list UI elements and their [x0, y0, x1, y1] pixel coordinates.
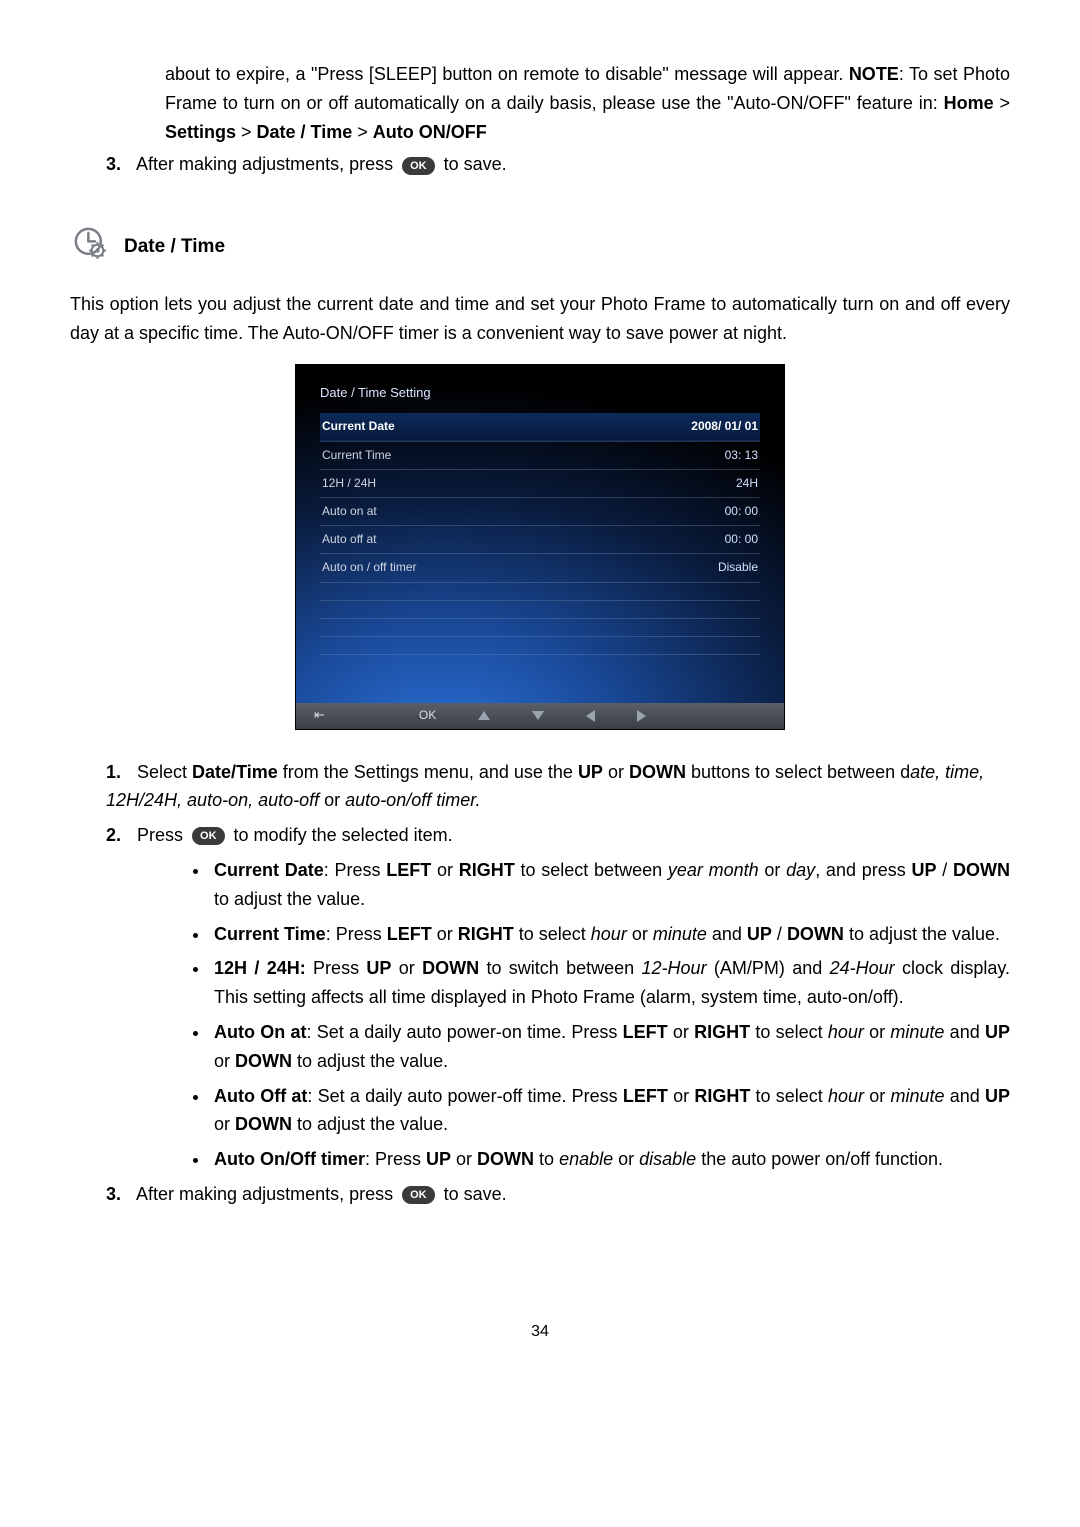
left-arrow-icon[interactable] [586, 710, 595, 722]
intro-paragraph: about to expire, a "Press [SLEEP] button… [165, 60, 1010, 146]
page-content: about to expire, a "Press [SLEEP] button… [70, 60, 1010, 1344]
top-step-list: 3. After making adjustments, press OK to… [70, 150, 1010, 179]
nav-ok-label[interactable]: OK [419, 706, 436, 725]
blank-row [320, 600, 760, 618]
step-3: 3. After making adjustments, press OK to… [106, 1180, 1010, 1209]
step3-post: to save. [444, 154, 507, 174]
bullet-auto-timer: Auto On/Off timer: Press UP or DOWN to e… [210, 1145, 1010, 1174]
step-number: 3. [106, 150, 132, 179]
top-step-3: 3. After making adjustments, press OK to… [106, 150, 1010, 179]
bullet-list: Current Date: Press LEFT or RIGHT to sel… [210, 856, 1010, 1174]
bullet-current-date: Current Date: Press LEFT or RIGHT to sel… [210, 856, 1010, 914]
bullet-auto-off: Auto Off at: Set a daily auto power-off … [210, 1082, 1010, 1140]
row-label: Current Time [320, 441, 576, 469]
path-home: Home [944, 93, 994, 113]
row-current-date[interactable]: Current Date 2008/ 01/ 01 [320, 413, 760, 441]
step-number: 1. [106, 758, 132, 787]
row-value: 2008/ 01/ 01 [576, 413, 760, 441]
note-label: NOTE [849, 64, 899, 84]
section-header: Date / Time [70, 223, 1010, 272]
intro-text-a: about to expire, a "Press [SLEEP] button… [165, 64, 849, 84]
ok-button-icon: OK [402, 1186, 435, 1204]
bullet-auto-on: Auto On at: Set a daily auto power-on ti… [210, 1018, 1010, 1076]
blank-row [320, 636, 760, 654]
screenshot-main: Date / Time Setting Current Date 2008/ 0… [296, 365, 784, 703]
step-1: 1. Select Date/Time from the Settings me… [106, 758, 1010, 816]
section-description: This option lets you adjust the current … [70, 290, 1010, 348]
right-arrow-icon[interactable] [637, 710, 646, 722]
row-label: Auto on at [320, 497, 576, 525]
step3-pre: After making adjustments, press [136, 154, 398, 174]
up-arrow-icon[interactable] [478, 711, 490, 720]
blank-row [320, 582, 760, 600]
settings-table: Current Date 2008/ 01/ 01 Current Time 0… [320, 413, 760, 654]
row-auto-timer[interactable]: Auto on / off timer Disable [320, 554, 760, 582]
ok-button-icon: OK [402, 157, 435, 175]
down-arrow-icon[interactable] [532, 711, 544, 720]
blank-row [320, 618, 760, 636]
section-title: Date / Time [124, 232, 225, 262]
row-value: 00: 00 [576, 526, 760, 554]
step-number: 2. [106, 821, 132, 850]
row-label: Auto on / off timer [320, 554, 576, 582]
row-auto-on[interactable]: Auto on at 00: 00 [320, 497, 760, 525]
step-number: 3. [106, 1180, 132, 1209]
row-current-time[interactable]: Current Time 03: 13 [320, 441, 760, 469]
page-number: 34 [70, 1319, 1010, 1345]
bullet-current-time: Current Time: Press LEFT or RIGHT to sel… [210, 920, 1010, 949]
row-value: Disable [576, 554, 760, 582]
screenshot-wrapper: Date / Time Setting Current Date 2008/ 0… [70, 364, 1010, 730]
path-settings: Settings [165, 122, 236, 142]
row-auto-off[interactable]: Auto off at 00: 00 [320, 526, 760, 554]
ok-button-icon: OK [192, 827, 225, 845]
bullet-12h-24h: 12H / 24H: Press UP or DOWN to switch be… [210, 954, 1010, 1012]
screenshot-nav-bar: ⇤ OK [296, 703, 784, 729]
row-label: Current Date [320, 413, 576, 441]
row-label: Auto off at [320, 526, 576, 554]
screenshot-title: Date / Time Setting [320, 383, 760, 404]
steps-list: 1. Select Date/Time from the Settings me… [106, 758, 1010, 1209]
step-2: 2. Press OK to modify the selected item.… [106, 821, 1010, 1174]
path-datetime: Date / Time [257, 122, 353, 142]
back-icon[interactable]: ⇤ [314, 705, 325, 726]
row-label: 12H / 24H [320, 469, 576, 497]
row-value: 03: 13 [576, 441, 760, 469]
row-12h-24h[interactable]: 12H / 24H 24H [320, 469, 760, 497]
path-auto: Auto ON/OFF [373, 122, 487, 142]
datetime-screenshot: Date / Time Setting Current Date 2008/ 0… [295, 364, 785, 730]
clock-gear-icon [70, 223, 110, 272]
row-value: 00: 00 [576, 497, 760, 525]
row-value: 24H [576, 469, 760, 497]
